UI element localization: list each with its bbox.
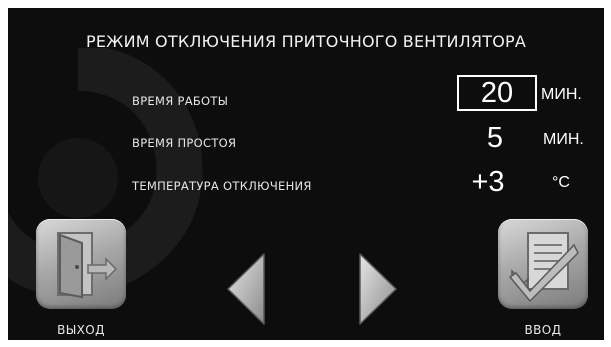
idle-time-label: ВРЕМЯ ПРОСТОЯ	[132, 136, 237, 150]
idle-time-unit: МИН.	[543, 131, 584, 148]
arrow-right-icon[interactable]	[356, 250, 400, 328]
enter-button-label[interactable]: ВВОД	[498, 323, 588, 337]
checklist-check-icon	[508, 232, 579, 303]
operating-time-label: ВРЕМЯ РАБОТЫ	[132, 94, 229, 108]
screen: РЕЖИМ ОТКЛЮЧЕНИЯ ПРИТОЧНОГО ВЕНТИЛЯТОРА …	[8, 8, 604, 340]
enter-button[interactable]	[498, 219, 588, 309]
shutdown-temperature-unit: °C	[552, 174, 570, 191]
shutdown-temperature-value[interactable]: +3	[458, 168, 518, 197]
operating-time-unit: МИН.	[541, 86, 582, 103]
door-exit-icon	[57, 232, 118, 299]
idle-time-value[interactable]: 5	[470, 124, 520, 153]
arrow-left-icon[interactable]	[224, 250, 268, 328]
page-title: РЕЖИМ ОТКЛЮЧЕНИЯ ПРИТОЧНОГО ВЕНТИЛЯТОРА	[86, 32, 526, 51]
exit-button-label[interactable]: ВЫХОД	[36, 323, 126, 337]
exit-button[interactable]	[36, 219, 126, 309]
shutdown-temperature-label: ТЕМПЕРАТУРА ОТКЛЮЧЕНИЯ	[132, 179, 312, 193]
operating-time-value[interactable]: 20	[457, 79, 537, 108]
